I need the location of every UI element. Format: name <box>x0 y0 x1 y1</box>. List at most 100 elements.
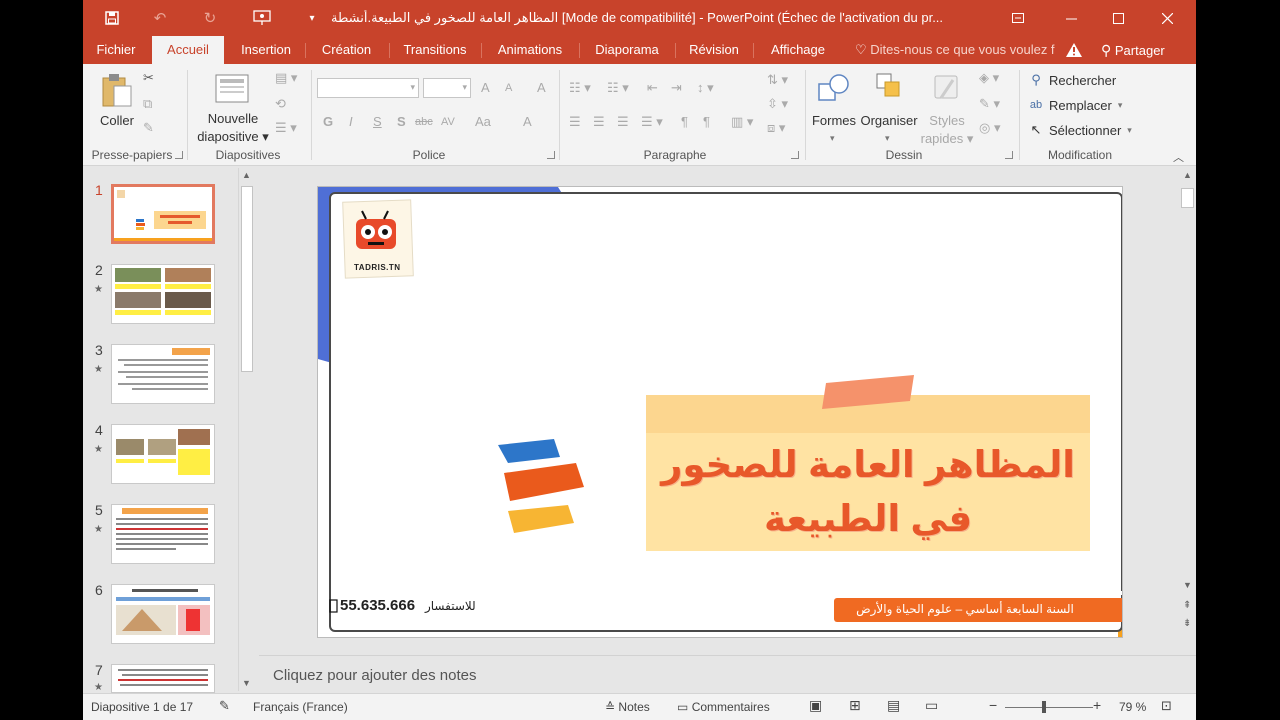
slide-thumbnail-1[interactable] <box>111 184 215 244</box>
reading-view-icon[interactable]: ▤ <box>887 697 900 714</box>
increase-indent-icon[interactable]: ⇥ <box>671 80 682 96</box>
share-button[interactable]: ⚲ Partager <box>1101 36 1165 64</box>
customize-qat-icon[interactable]: ▾ <box>299 7 325 29</box>
strikethrough-icon[interactable]: abc <box>415 114 433 130</box>
grow-font-icon[interactable]: A <box>481 80 490 96</box>
bullets-icon[interactable]: ☷ ▾ <box>569 80 591 96</box>
slide-thumbnail-2[interactable] <box>111 264 215 324</box>
ltr-icon[interactable]: ¶ <box>681 114 688 130</box>
next-slide-icon[interactable]: ⇟ <box>1183 618 1191 629</box>
slideshow-view-icon[interactable]: ▭ <box>925 697 938 714</box>
underline-icon[interactable]: S <box>373 114 382 130</box>
zoom-out-icon[interactable]: − <box>989 697 997 713</box>
drawing-launcher-icon[interactable] <box>1005 151 1013 159</box>
zoom-in-icon[interactable]: + <box>1093 697 1101 713</box>
char-spacing-icon[interactable]: AV <box>441 114 455 130</box>
zoom-slider[interactable] <box>1005 707 1093 708</box>
shape-fill-icon[interactable]: ◈ ▾ <box>979 70 999 86</box>
maximize-icon[interactable] <box>1095 4 1141 32</box>
start-from-beginning-icon[interactable] <box>249 7 275 29</box>
align-right-icon[interactable]: ☰ <box>617 114 629 130</box>
font-color-icon[interactable]: A <box>523 114 532 130</box>
change-case-icon[interactable]: Aa <box>475 114 491 130</box>
decrease-indent-icon[interactable]: ⇤ <box>647 80 658 96</box>
tab-affichage[interactable]: Affichage <box>757 36 839 64</box>
tab-accueil[interactable]: Accueil <box>152 36 224 64</box>
scroll-up-icon[interactable]: ▲ <box>242 170 251 180</box>
save-icon[interactable] <box>99 7 125 29</box>
clear-formatting-icon[interactable]: A <box>537 80 546 96</box>
slide-thumbnail-7[interactable] <box>111 664 215 693</box>
layout-icon[interactable]: ▤ ▾ <box>275 70 297 86</box>
text-direction-icon[interactable]: ⇅ ▾ <box>767 72 788 88</box>
redo-icon[interactable]: ↻ <box>197 7 223 29</box>
scroll-down-icon[interactable]: ▼ <box>1183 580 1192 590</box>
smartart-icon[interactable]: ⧈ ▾ <box>767 120 785 136</box>
numbering-icon[interactable]: ☷ ▾ <box>607 80 629 96</box>
notes-toggle-button[interactable]: ≙ Notes <box>605 700 650 714</box>
tell-me-box[interactable]: ♡ Dites-nous ce que vous voulez f <box>855 36 1055 64</box>
new-slide-button[interactable]: Nouvelle diapositive ▾ <box>193 68 273 144</box>
warning-icon[interactable] <box>1065 42 1083 61</box>
normal-view-icon[interactable]: ▣ <box>809 697 822 714</box>
tab-animations[interactable]: Animations <box>485 36 575 64</box>
justify-icon[interactable]: ☰ ▾ <box>641 114 663 130</box>
slide-title-line-2[interactable]: في الطبيعة <box>646 497 1090 540</box>
italic-icon[interactable]: I <box>349 114 353 130</box>
tab-transitions[interactable]: Transitions <box>393 36 477 64</box>
notes-pane[interactable]: Cliquez pour ajouter des notes <box>259 655 1196 693</box>
tab-diaporama[interactable]: Diaporama <box>583 36 671 64</box>
shrink-font-icon[interactable]: A <box>505 80 512 96</box>
quick-styles-button[interactable]: Styles rapides ▾ <box>919 68 975 146</box>
font-name-combo[interactable]: ▾ <box>317 78 419 98</box>
columns-icon[interactable]: ▥ ▾ <box>731 114 753 130</box>
shapes-button[interactable]: Formes ▾ <box>811 68 857 144</box>
font-launcher-icon[interactable] <box>547 151 555 159</box>
scrollbar-thumb[interactable] <box>241 186 253 372</box>
align-left-icon[interactable]: ☰ <box>569 114 581 130</box>
arrange-button[interactable]: Organiser ▾ <box>859 68 919 144</box>
format-painter-icon[interactable]: ✎ <box>143 120 154 136</box>
rtl-icon[interactable]: ¶ <box>703 114 710 130</box>
tab-creation[interactable]: Création <box>309 36 384 64</box>
minimize-icon[interactable] <box>1048 4 1094 32</box>
slide-thumbnail-4[interactable] <box>111 424 215 484</box>
select-button[interactable]: ↖ Sélectionner ▾ <box>1029 120 1132 140</box>
footer-banner-text[interactable]: السنة السابعة أساسي – علوم الحياة والأرض <box>834 602 1096 616</box>
spell-check-icon[interactable]: ✎ <box>219 698 230 714</box>
zoom-slider-thumb[interactable] <box>1042 701 1046 713</box>
current-slide[interactable]: TADRIS.TN المظاهر العامة للصخور في الطبي… <box>317 186 1123 638</box>
font-size-combo[interactable]: ▾ <box>423 78 471 98</box>
collapse-ribbon-icon[interactable]: ︿ <box>1173 149 1184 165</box>
reset-icon[interactable]: ⟲ <box>275 96 286 112</box>
slide-title-line-1[interactable]: المظاهر العامة للصخور <box>646 443 1090 486</box>
comments-toggle-button[interactable]: ▭ Commentaires <box>677 700 770 714</box>
zoom-level[interactable]: 79 % <box>1119 700 1146 714</box>
scroll-down-icon[interactable]: ▼ <box>242 678 251 688</box>
align-center-icon[interactable]: ☰ <box>593 114 605 130</box>
shape-outline-icon[interactable]: ✎ ▾ <box>979 96 1000 112</box>
cut-icon[interactable]: ✂ <box>143 70 154 86</box>
clipboard-launcher-icon[interactable] <box>175 151 183 159</box>
shape-effects-icon[interactable]: ◎ ▾ <box>979 120 1000 136</box>
thumbnails-scrollbar[interactable]: ▲ ▼ <box>238 168 254 691</box>
slide-scrollbar[interactable]: ▲ ▼ ⇞ ⇟ <box>1179 166 1196 654</box>
slide-sorter-icon[interactable]: ⊞ <box>849 697 861 714</box>
language-indicator[interactable]: Français (France) <box>253 700 348 714</box>
scroll-up-icon[interactable]: ▲ <box>1183 170 1192 180</box>
copy-icon[interactable]: ⧉ <box>143 96 152 112</box>
replace-button[interactable]: ab Remplacer ▾ <box>1029 95 1123 115</box>
scrollbar-thumb[interactable] <box>1181 188 1194 208</box>
slide-thumbnail-5[interactable] <box>111 504 215 564</box>
tab-fichier[interactable]: Fichier <box>88 36 144 64</box>
paste-button[interactable]: Coller <box>95 68 139 138</box>
close-icon[interactable] <box>1144 4 1190 32</box>
slide-thumbnail-6[interactable] <box>111 584 215 644</box>
find-button[interactable]: ⚲ Rechercher <box>1029 70 1116 90</box>
tab-insertion[interactable]: Insertion <box>231 36 301 64</box>
tab-revision[interactable]: Révision <box>679 36 749 64</box>
previous-slide-icon[interactable]: ⇞ <box>1183 600 1191 611</box>
undo-icon[interactable]: ↶ <box>147 7 173 29</box>
line-spacing-icon[interactable]: ↕ ▾ <box>697 80 714 96</box>
slide-thumbnail-3[interactable] <box>111 344 215 404</box>
